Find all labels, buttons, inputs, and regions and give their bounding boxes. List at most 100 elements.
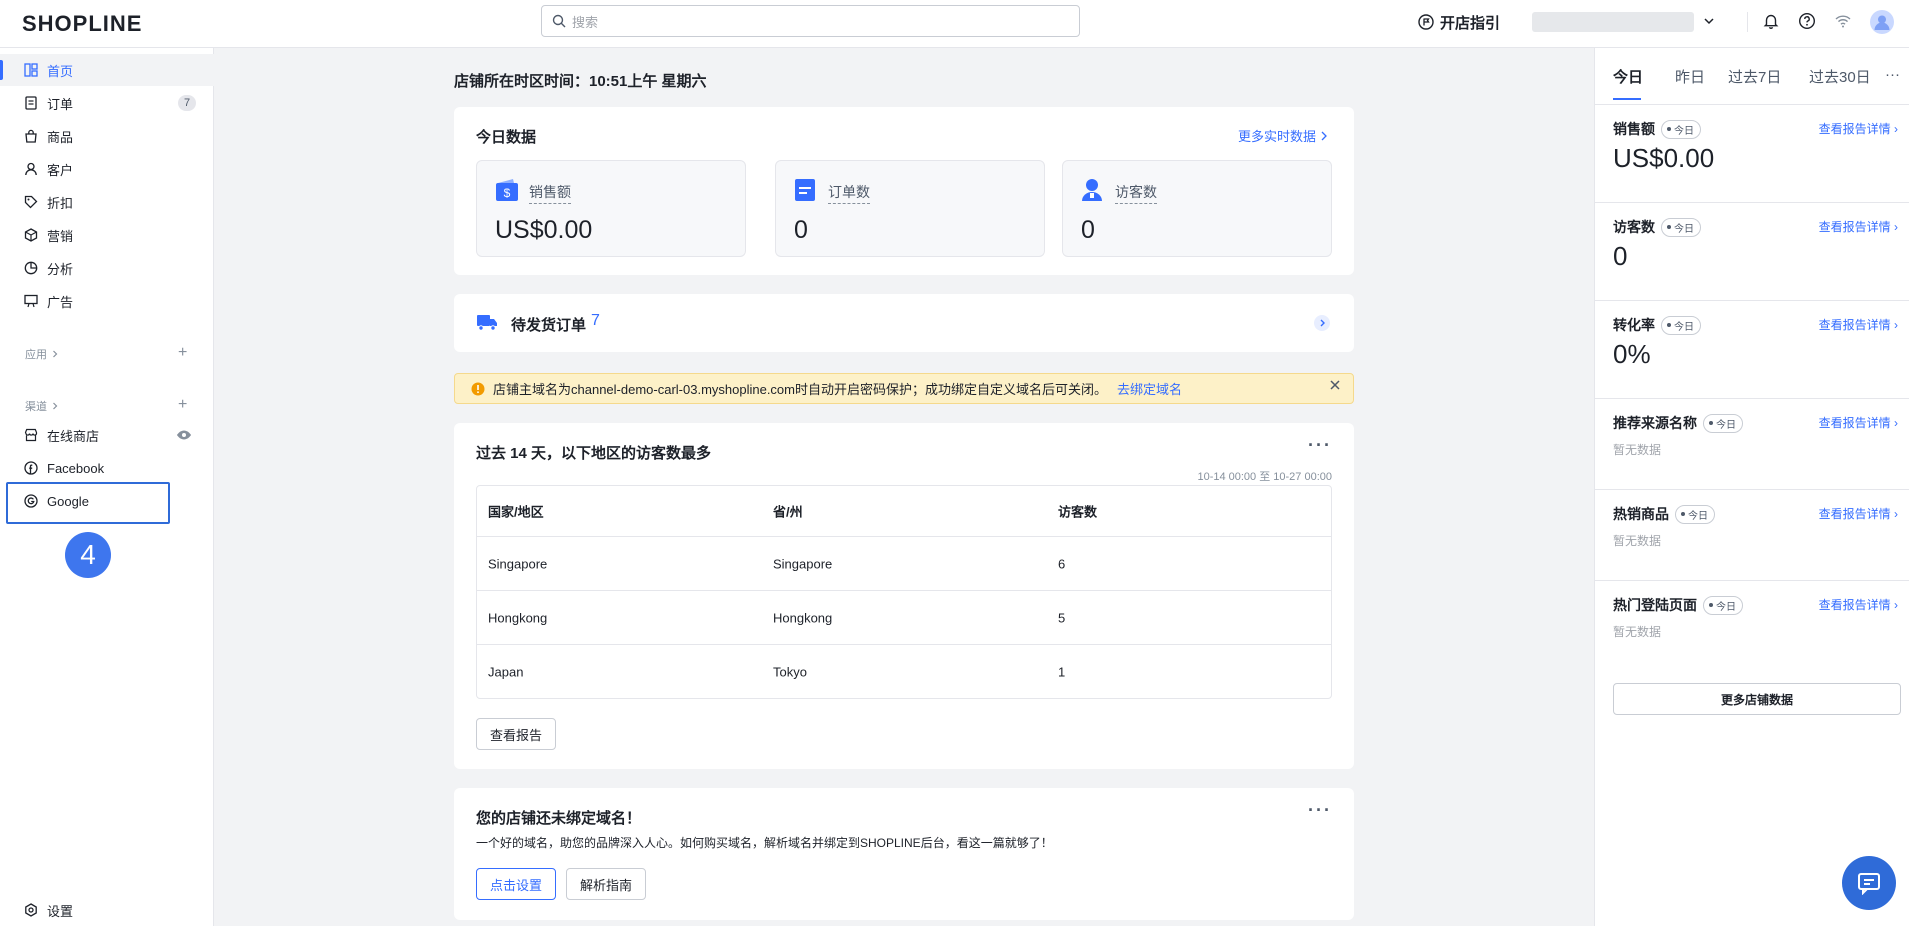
sidebar-item-home[interactable]: 首页 bbox=[0, 54, 214, 86]
domain-warning-banner: 店铺主域名为channel-demo-carl-03.myshopline.co… bbox=[454, 373, 1354, 404]
sidebar-item-label: Facebook bbox=[47, 460, 105, 476]
sidebar-item-products[interactable]: 商品 bbox=[0, 120, 214, 152]
tag-icon bbox=[24, 195, 38, 209]
chevron-right-icon bbox=[51, 402, 59, 410]
link-label: 查看报告详情 bbox=[1818, 507, 1891, 521]
order-icon bbox=[24, 96, 38, 110]
stat-orders[interactable]: 订单数 0 bbox=[775, 160, 1045, 257]
stat-visitors[interactable]: 访客数 0 bbox=[1062, 160, 1332, 257]
view-report-detail-link[interactable]: 查看报告详情 › bbox=[1819, 505, 1898, 522]
apps-section-label[interactable]: 应用 bbox=[25, 346, 59, 362]
apps-label: 应用 bbox=[25, 349, 47, 361]
view-report-detail-link[interactable]: 查看报告详情 › bbox=[1819, 414, 1898, 431]
sidebar-item-label: 折扣 bbox=[47, 195, 74, 211]
guide-label: 开店指引 bbox=[1440, 14, 1501, 32]
chevron-down-icon[interactable] bbox=[1702, 14, 1716, 28]
more-options-icon[interactable]: ··· bbox=[1308, 435, 1332, 456]
card-title: 您的店铺还未绑定域名！ bbox=[476, 810, 642, 827]
table-cell: Singapore bbox=[488, 556, 548, 571]
dns-guide-button[interactable]: 解析指南 bbox=[566, 868, 646, 900]
metric-title-text: 热销商品 bbox=[1613, 506, 1669, 522]
sidebar-item-ads[interactable]: 广告 bbox=[0, 285, 214, 317]
eye-icon[interactable] bbox=[176, 428, 192, 442]
stat-sales[interactable]: $ 销售额 US$0.00 bbox=[476, 160, 746, 257]
metric-title: 转化率 今日 bbox=[1613, 315, 1701, 335]
view-report-detail-link[interactable]: 查看报告详情 › bbox=[1819, 596, 1898, 613]
more-store-data-button[interactable]: 更多店铺数据 bbox=[1613, 683, 1901, 715]
pending-orders-count: 7 bbox=[591, 312, 600, 329]
help-icon[interactable] bbox=[1798, 12, 1816, 30]
table-row: Singapore Singapore 6 bbox=[477, 536, 1331, 590]
view-report-detail-link[interactable]: 查看报告详情 › bbox=[1819, 316, 1898, 333]
account-switcher[interactable] bbox=[1532, 12, 1694, 32]
domain-setup-card: 您的店铺还未绑定域名！ ··· 一个好的域名，助您的品牌深入人心。如何购买域名，… bbox=[454, 788, 1354, 920]
tab-last-7-days[interactable]: 过去7日 bbox=[1728, 66, 1781, 87]
sidebar-item-customers[interactable]: 客户 bbox=[0, 153, 214, 185]
view-report-detail-link[interactable]: 查看报告详情 › bbox=[1819, 120, 1898, 137]
store-time: 店铺所在时区时间：10:51上午 星期六 bbox=[454, 73, 707, 90]
order-count-badge: 7 bbox=[178, 95, 196, 111]
chevron-right-icon bbox=[1320, 131, 1328, 141]
column-header: 省/州 bbox=[773, 504, 803, 520]
tabs-more-icon[interactable]: ··· bbox=[1885, 66, 1900, 83]
avatar[interactable] bbox=[1870, 10, 1894, 34]
sidebar-item-discounts[interactable]: 折扣 bbox=[0, 186, 214, 218]
sidebar-item-online-store[interactable]: 在线商店 bbox=[0, 419, 214, 451]
table-cell: 6 bbox=[1058, 556, 1066, 571]
view-report-button[interactable]: 查看报告 bbox=[476, 718, 556, 750]
store-guide-button[interactable]: 开店指引 bbox=[1418, 10, 1500, 34]
stat-value: US$0.00 bbox=[495, 216, 593, 244]
search-placeholder: 搜索 bbox=[572, 14, 599, 30]
link-label: 查看报告详情 bbox=[1818, 122, 1891, 136]
metric-title-text: 销售额 bbox=[1613, 121, 1655, 137]
flag-icon bbox=[1418, 14, 1434, 30]
table-cell: 1 bbox=[1058, 664, 1066, 679]
sidebar-item-analytics[interactable]: 分析 bbox=[0, 252, 214, 284]
column-header: 访客数 bbox=[1058, 504, 1098, 520]
sidebar-item-facebook[interactable]: Facebook bbox=[0, 452, 214, 484]
today-pill: 今日 bbox=[1661, 217, 1701, 237]
table-header: 国家/地区 省/州 访客数 bbox=[477, 486, 1331, 536]
sidebar-item-settings[interactable]: 设置 bbox=[0, 894, 214, 926]
shopline-logo[interactable]: SHOPLINE bbox=[22, 11, 142, 37]
table-row: Hongkong Hongkong 5 bbox=[477, 590, 1331, 644]
add-channel-icon[interactable]: + bbox=[178, 397, 187, 413]
chevron-right-icon[interactable] bbox=[1314, 315, 1330, 331]
stat-label: 销售额 bbox=[529, 182, 571, 204]
sidebar-item-label: 客户 bbox=[47, 162, 74, 178]
sidebar-item-marketing[interactable]: 营销 bbox=[0, 219, 214, 251]
link-label: 查看报告详情 bbox=[1818, 598, 1891, 612]
wifi-icon[interactable] bbox=[1834, 12, 1852, 30]
bind-domain-link[interactable]: 去绑定域名 bbox=[1117, 379, 1182, 398]
pending-orders-card[interactable]: 待发货订单 7 bbox=[454, 294, 1354, 352]
table-cell: Japan bbox=[488, 664, 524, 679]
tab-yesterday[interactable]: 昨日 bbox=[1675, 66, 1705, 87]
highlight-box bbox=[6, 482, 170, 524]
more-options-icon[interactable]: ··· bbox=[1308, 800, 1332, 821]
metric-title: 热销商品 今日 bbox=[1613, 504, 1715, 524]
chat-button[interactable] bbox=[1842, 856, 1896, 910]
bell-icon[interactable] bbox=[1762, 12, 1780, 30]
channels-section-label[interactable]: 渠道 bbox=[25, 398, 59, 414]
sidebar-item-label: 商品 bbox=[47, 129, 74, 145]
more-realtime-link[interactable]: 更多实时数据 bbox=[1238, 126, 1328, 145]
date-range: 10-14 00:00 至 10-27 00:00 bbox=[1197, 471, 1332, 483]
view-report-detail-link[interactable]: 查看报告详情 › bbox=[1819, 218, 1898, 235]
metric-title: 访客数 今日 bbox=[1613, 217, 1701, 237]
sidebar-item-orders[interactable]: 订单 7 bbox=[0, 87, 214, 119]
add-app-icon[interactable]: + bbox=[178, 345, 187, 361]
gear-icon bbox=[24, 903, 38, 917]
domain-description: 一个好的域名，助您的品牌深入人心。如何购买域名，解析域名并绑定到SHOPLINE… bbox=[476, 836, 1053, 850]
tab-today[interactable]: 今日 bbox=[1613, 66, 1643, 87]
metric-value: 0 bbox=[1613, 241, 1628, 271]
setup-domain-button[interactable]: 点击设置 bbox=[476, 868, 556, 900]
tab-last-30-days[interactable]: 过去30日 bbox=[1809, 66, 1871, 87]
today-pill: 今日 bbox=[1703, 595, 1743, 615]
search-input[interactable]: 搜索 bbox=[541, 5, 1080, 37]
close-icon[interactable] bbox=[1329, 379, 1341, 391]
stat-label: 访客数 bbox=[1115, 182, 1157, 204]
pending-orders-label: 待发货订单 bbox=[511, 317, 587, 334]
sidebar-item-label: 首页 bbox=[47, 63, 74, 79]
step-number-badge: 4 bbox=[65, 532, 111, 578]
sidebar-item-label: 订单 bbox=[47, 96, 74, 112]
